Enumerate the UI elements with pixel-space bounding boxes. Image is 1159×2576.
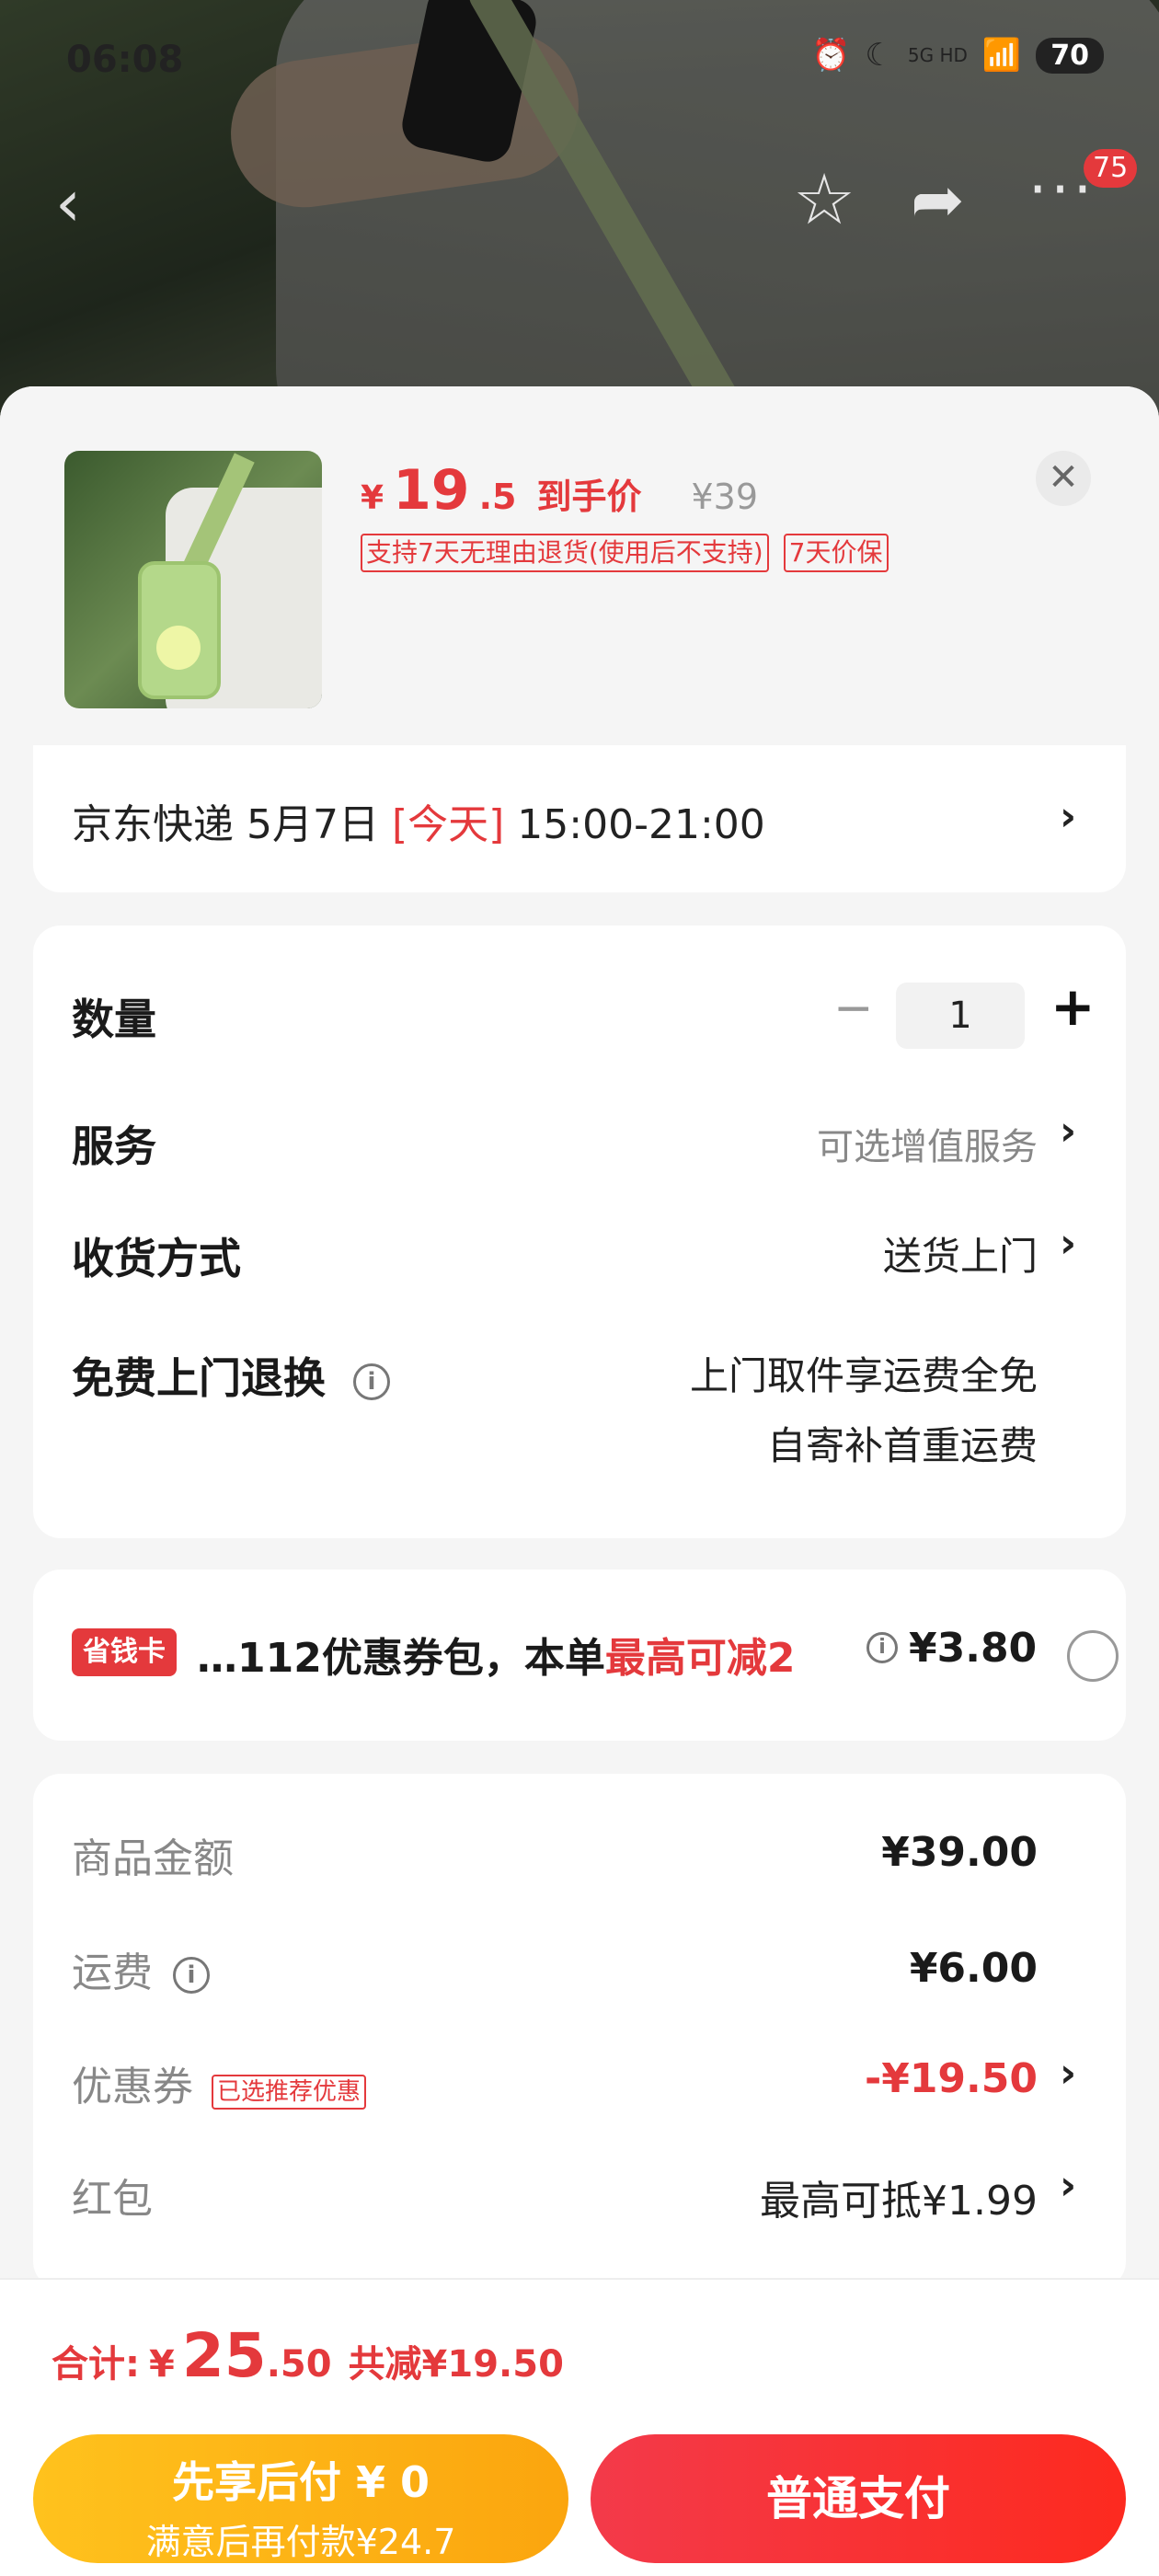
coupon-pack-amount: ¥3.80 — [909, 1625, 1038, 1672]
chevron-right-icon: › — [1060, 2050, 1077, 2097]
normal-pay-button[interactable]: 普通支付 — [591, 2434, 1126, 2563]
total-savings: 共减¥19.50 — [348, 2343, 564, 2386]
goods-amount-label: 商品金额 — [72, 1835, 234, 1882]
network-label: 5G HD — [907, 44, 968, 66]
quantity-label: 数量 — [72, 995, 156, 1044]
delivery-prefix: 京东快递 5月7日 — [72, 801, 392, 848]
shipping-label: 运费 i — [72, 1939, 210, 1998]
price-currency: ¥ — [361, 479, 384, 517]
coupon-value: -¥19.50 — [864, 2055, 1038, 2102]
shipping-value: ¥6.00 — [909, 1945, 1038, 1992]
service-label: 服务 — [72, 1121, 156, 1171]
price-row: ¥ 19 .5 到手价 ¥39 — [361, 458, 758, 523]
total-currency: ¥ — [149, 2343, 175, 2386]
close-button[interactable]: ✕ — [1036, 451, 1091, 506]
pay-later-button[interactable]: 先享后付 ¥ 0 满意后再付款¥24.7 — [33, 2434, 568, 2563]
price-summary-card: 商品金额 ¥39.00 运费 i ¥6.00 优惠券 已选推荐优惠 -¥19.50 … — [33, 1774, 1126, 2289]
saving-card-badge: 省钱卡 — [72, 1628, 177, 1676]
delivery-info: 京东快递 5月7日 [今天] 15:00-21:00 — [72, 791, 765, 850]
pay-later-title: 先享后付 ¥ 0 — [171, 2457, 430, 2507]
message-badge: 75 — [1084, 149, 1138, 188]
back-icon[interactable]: ‹ — [55, 166, 81, 241]
product-header: ¥ 19 .5 到手价 ¥39 支持7天无理由退货(使用后不支持) 7天价保 ✕ — [0, 386, 1159, 754]
return-policy-tag: 支持7天无理由退货(使用后不支持) — [361, 534, 769, 572]
service-value: 可选增值服务 — [817, 1126, 1038, 1168]
wifi-icon: 📶 — [981, 37, 1022, 74]
service-tags: 支持7天无理由退货(使用后不支持) 7天价保 — [361, 534, 889, 572]
share-icon[interactable]: ➦ — [911, 162, 965, 237]
coupon-pack-radio[interactable] — [1067, 1630, 1119, 1682]
free-return-label: 免费上门退换 i — [72, 1345, 390, 1406]
pay-later-subtitle: 满意后再付款¥24.7 — [145, 2522, 456, 2562]
total-label: 合计: — [52, 2343, 140, 2386]
chevron-right-icon: › — [1060, 1220, 1077, 1267]
quantity-input[interactable]: 1 — [896, 983, 1025, 1049]
order-sheet: ¥ 19 .5 到手价 ¥39 支持7天无理由退货(使用后不支持) 7天价保 ✕… — [0, 386, 1159, 2576]
options-card: 数量 − 1 + 服务 可选增值服务 › 收货方式 送货上门 › 免费上门退换 i… — [33, 926, 1126, 1538]
price-protect-tag: 7天价保 — [783, 534, 889, 572]
alarm-icon: ⏰ — [811, 37, 851, 74]
receive-method-value: 送货上门 — [882, 1234, 1038, 1279]
red-packet-value: 最高可抵¥1.99 — [760, 2178, 1038, 2225]
info-icon[interactable]: i — [866, 1632, 898, 1663]
info-icon[interactable]: i — [353, 1363, 390, 1400]
coupon-label: 优惠券 已选推荐优惠 — [72, 2053, 367, 2112]
favorite-star-icon[interactable]: ☆ — [793, 158, 855, 240]
red-packet-label: 红包 — [72, 2176, 153, 2223]
chevron-right-icon: › — [1060, 793, 1077, 840]
status-icons: ⏰ ☾ 5G HD 📶 70 — [811, 37, 1104, 74]
total-amount: 合计: ¥ 25 .50 共减¥19.50 — [52, 2320, 564, 2391]
quantity-decrease-button[interactable]: − — [833, 981, 874, 1036]
delivery-window: 15:00-21:00 — [504, 801, 765, 848]
original-price: ¥39 — [691, 477, 758, 517]
free-return-value-1: 上门取件享运费全免 — [689, 1353, 1038, 1398]
top-nav: ‹ ☆ ➦ ··· 75 — [0, 147, 1159, 248]
free-return-value-2: 自寄补首重运费 — [766, 1423, 1038, 1468]
price-label: 到手价 — [536, 477, 642, 517]
goods-amount-value: ¥39.00 — [881, 1829, 1038, 1876]
total-bar: 合计: ¥ 25 .50 共减¥19.50 — [0, 2278, 1159, 2416]
price-integer: 19 — [393, 458, 470, 523]
receive-method-label: 收货方式 — [72, 1234, 241, 1283]
chevron-right-icon: › — [1060, 2162, 1077, 2209]
info-icon[interactable]: i — [173, 1957, 210, 1994]
battery-indicator: 70 — [1036, 37, 1104, 74]
recommended-coupon-tag: 已选推荐优惠 — [212, 2074, 367, 2110]
delivery-card[interactable]: 京东快递 5月7日 [今天] 15:00-21:00 › — [33, 745, 1126, 892]
moon-icon: ☾ — [865, 37, 893, 74]
delivery-today: [今天] — [391, 801, 505, 848]
status-bar: 06:08 ⏰ ☾ 5G HD 📶 70 — [0, 0, 1159, 120]
total-integer: 25 — [181, 2320, 267, 2391]
coupon-pack-card[interactable]: 省钱卡 …112优惠券包，本单最高可减2 i ¥3.80 — [33, 1570, 1126, 1741]
product-thumbnail[interactable] — [64, 451, 322, 708]
coupon-pack-text: …112优惠券包，本单最高可减2 — [197, 1635, 796, 1682]
chevron-right-icon: › — [1060, 1108, 1077, 1155]
total-decimal: .50 — [266, 2343, 332, 2386]
quantity-increase-button[interactable]: + — [1050, 975, 1096, 1038]
action-bar: 先享后付 ¥ 0 满意后再付款¥24.7 普通支付 — [0, 2416, 1159, 2576]
price-decimal: .5 — [478, 477, 517, 517]
status-time: 06:08 — [66, 39, 184, 81]
